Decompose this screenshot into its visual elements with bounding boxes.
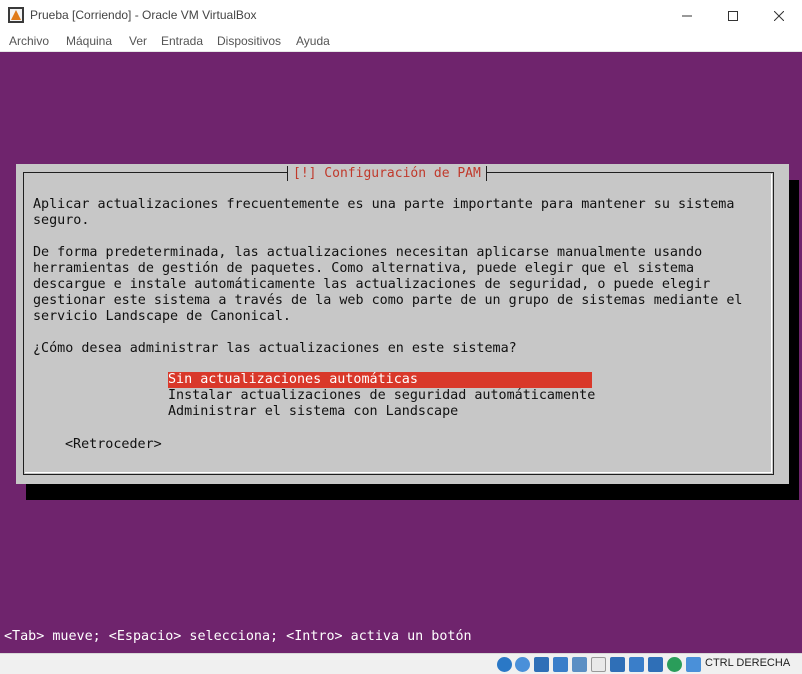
dialog-paragraph-1: Aplicar actualizaciones frecuentemente e… — [33, 197, 735, 228]
virtualization-icon[interactable] — [648, 657, 663, 672]
video-capture-icon[interactable] — [629, 657, 644, 672]
option-no-auto-updates[interactable]: Sin actualizaciones automáticas — [168, 372, 592, 388]
audio-icon[interactable] — [534, 657, 549, 672]
display-icon[interactable] — [610, 657, 625, 672]
window-titlebar[interactable]: Prueba [Corriendo] - Oracle VM VirtualBo… — [0, 0, 802, 31]
network-icon[interactable] — [553, 657, 568, 672]
maximize-button[interactable] — [710, 0, 756, 31]
window-title: Prueba [Corriendo] - Oracle VM VirtualBo… — [30, 8, 257, 22]
close-icon — [774, 10, 784, 21]
host-key-label: CTRL DERECHA — [705, 657, 791, 669]
dialog-question: ¿Cómo desea administrar las actualizacio… — [33, 341, 517, 356]
pam-config-dialog: [!] Configuración de PAM Aplicar actuali… — [16, 164, 789, 484]
menu-archivo[interactable]: Archivo — [9, 34, 49, 48]
menu-dispositivos[interactable]: Dispositivos — [217, 34, 281, 48]
hard-disk-icon[interactable] — [497, 657, 512, 672]
menu-ver[interactable]: Ver — [129, 34, 147, 48]
optical-drive-icon[interactable] — [515, 657, 530, 672]
menu-maquina[interactable]: Máquina — [66, 34, 112, 48]
keyboard-capture-icon[interactable] — [686, 657, 701, 672]
back-button[interactable]: <Retroceder> — [65, 437, 162, 453]
keyboard-hint: <Tab> mueve; <Espacio> selecciona; <Intr… — [4, 629, 472, 644]
shared-folders-icon[interactable] — [591, 657, 606, 672]
close-button[interactable] — [756, 0, 802, 31]
menu-bar: Archivo Máquina Ver Entrada Dispositivos… — [0, 31, 802, 52]
menu-ayuda[interactable]: Ayuda — [296, 34, 330, 48]
usb-icon[interactable] — [572, 657, 587, 672]
menu-entrada[interactable]: Entrada — [161, 34, 203, 48]
dialog-paragraph-2: De forma predeterminada, las actualizaci… — [33, 245, 743, 324]
mouse-integration-icon[interactable] — [667, 657, 682, 672]
vm-display[interactable]: [!] Configuración de PAM Aplicar actuali… — [0, 52, 802, 653]
virtualbox-app-icon — [8, 7, 24, 23]
minimize-button[interactable] — [664, 0, 710, 31]
status-bar: CTRL DERECHA — [0, 653, 802, 674]
option-install-security-updates[interactable]: Instalar actualizaciones de seguridad au… — [168, 388, 595, 404]
option-manage-with-landscape[interactable]: Administrar el sistema con Landscape — [168, 404, 458, 420]
dialog-title: [!] Configuración de PAM — [287, 166, 487, 181]
minimize-icon — [682, 15, 692, 16]
maximize-icon — [728, 10, 738, 21]
